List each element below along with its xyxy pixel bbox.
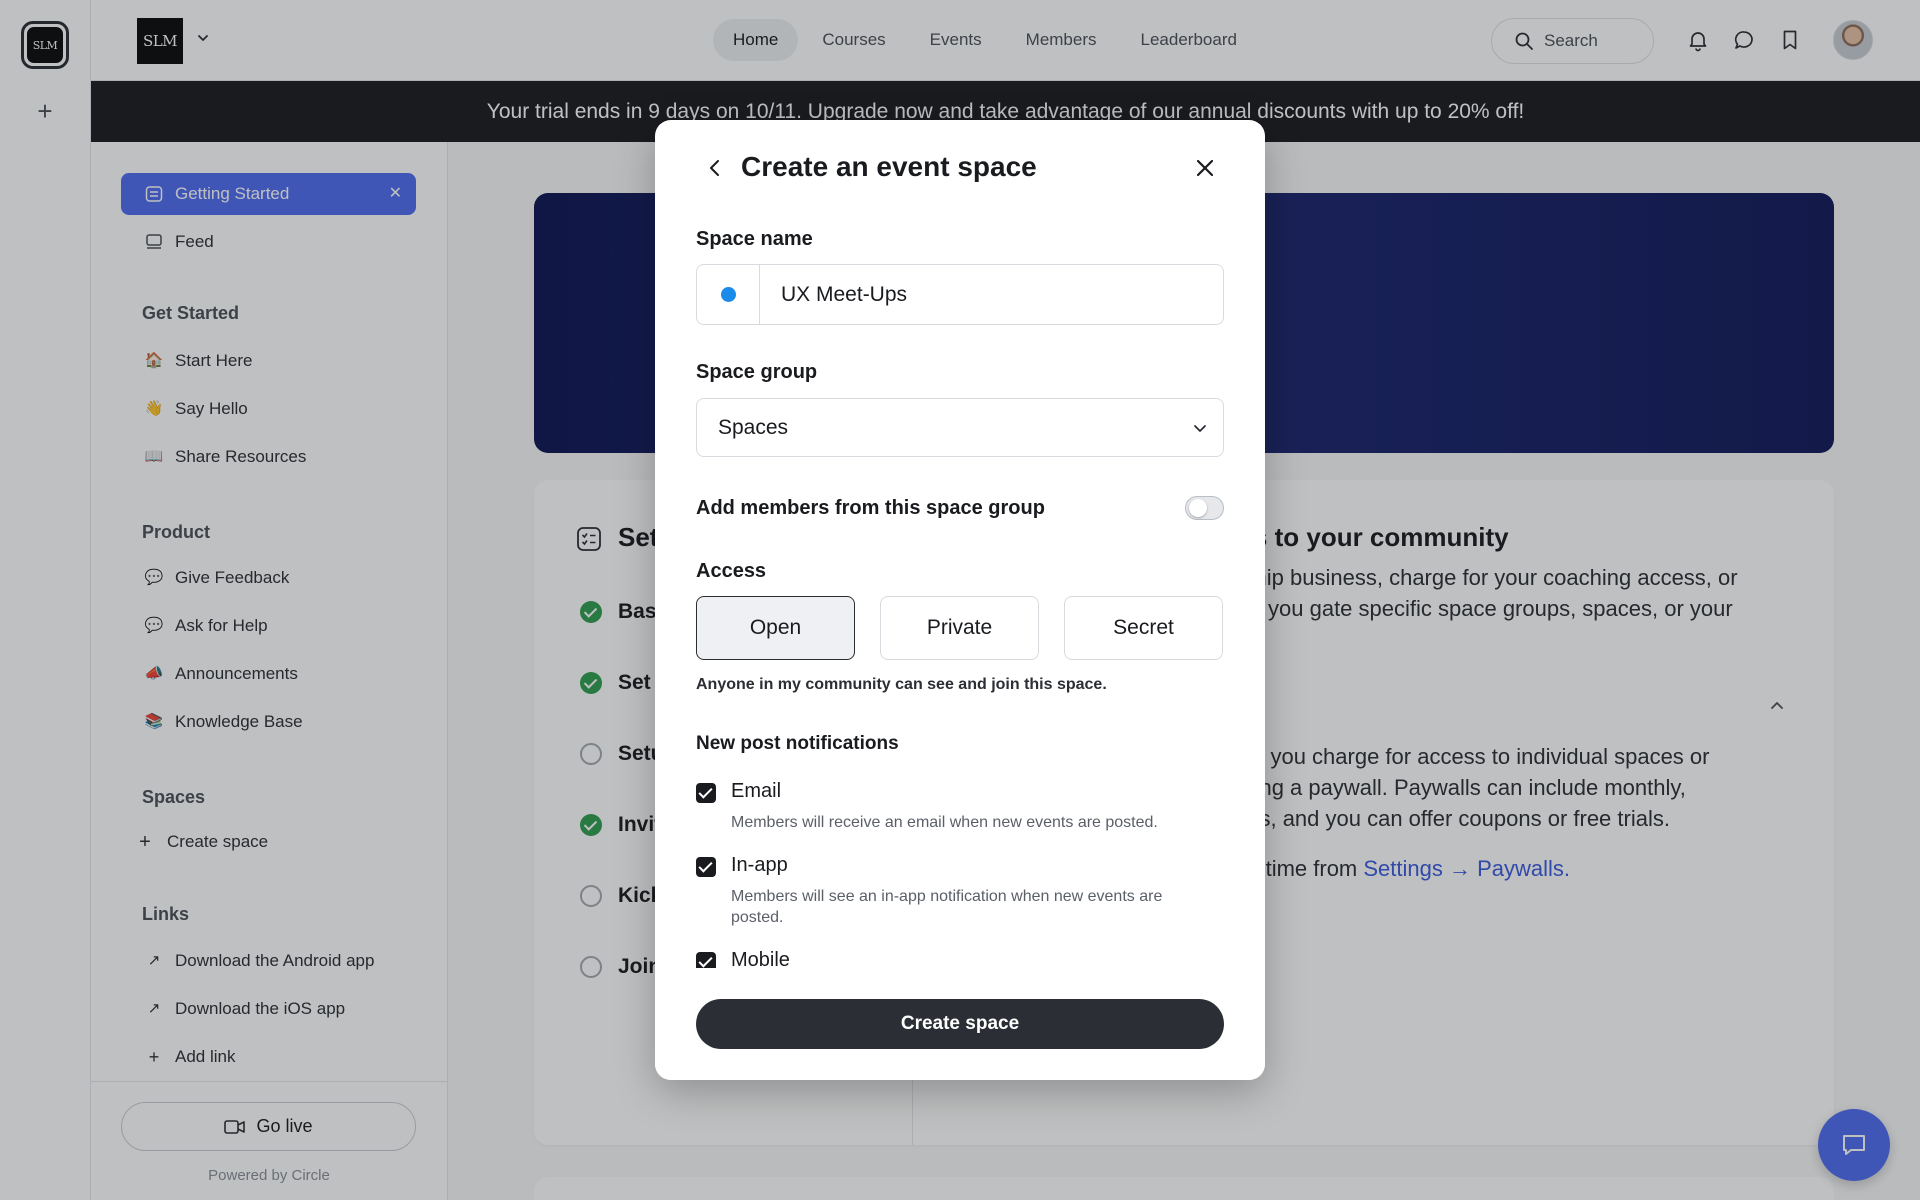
space-group-select[interactable]: Spaces bbox=[696, 398, 1224, 457]
add-members-label: Add members from this space group bbox=[696, 496, 1045, 519]
in-app-option-description: Members will see an in-app notification … bbox=[731, 888, 1163, 926]
add-members-row: Add members from this space group bbox=[696, 492, 1224, 524]
space-emoji-picker[interactable] bbox=[697, 265, 760, 324]
access-label: Access bbox=[696, 560, 767, 582]
access-options: Open Private Secret bbox=[696, 596, 1224, 660]
space-name-input[interactable]: UX Meet-Ups bbox=[760, 283, 907, 307]
add-members-toggle[interactable] bbox=[1185, 496, 1224, 520]
back-arrow-icon[interactable] bbox=[703, 156, 727, 180]
blue-circle-icon bbox=[720, 287, 736, 302]
toggle-knob bbox=[1189, 499, 1207, 517]
access-secret-option[interactable]: Secret bbox=[1064, 596, 1223, 660]
space-group-value: Spaces bbox=[718, 415, 789, 439]
space-name-field[interactable]: UX Meet-Ups bbox=[696, 264, 1224, 325]
access-help-text: Anyone in my community can see and join … bbox=[696, 676, 1107, 693]
space-name-label: Space name bbox=[696, 228, 813, 250]
space-group-label: Space group bbox=[696, 361, 818, 383]
create-event-space-modal: Create an event space Space name UX Meet… bbox=[655, 120, 1265, 1080]
email-option-label: Email bbox=[731, 780, 782, 802]
access-private-option[interactable]: Private bbox=[880, 596, 1039, 660]
in-app-checkbox[interactable] bbox=[696, 857, 716, 877]
access-open-option[interactable]: Open bbox=[696, 596, 855, 660]
in-app-option-label: In-app bbox=[731, 854, 788, 876]
notifications-label: New post notifications bbox=[696, 733, 899, 754]
chevron-down-icon bbox=[1194, 425, 1206, 432]
create-space-button[interactable]: Create space bbox=[696, 999, 1224, 1049]
email-checkbox[interactable] bbox=[696, 783, 716, 803]
email-option-description: Members will receive an email when new e… bbox=[731, 814, 1158, 831]
close-icon[interactable] bbox=[1193, 156, 1217, 180]
modal-title: Create an event space bbox=[741, 151, 1037, 182]
